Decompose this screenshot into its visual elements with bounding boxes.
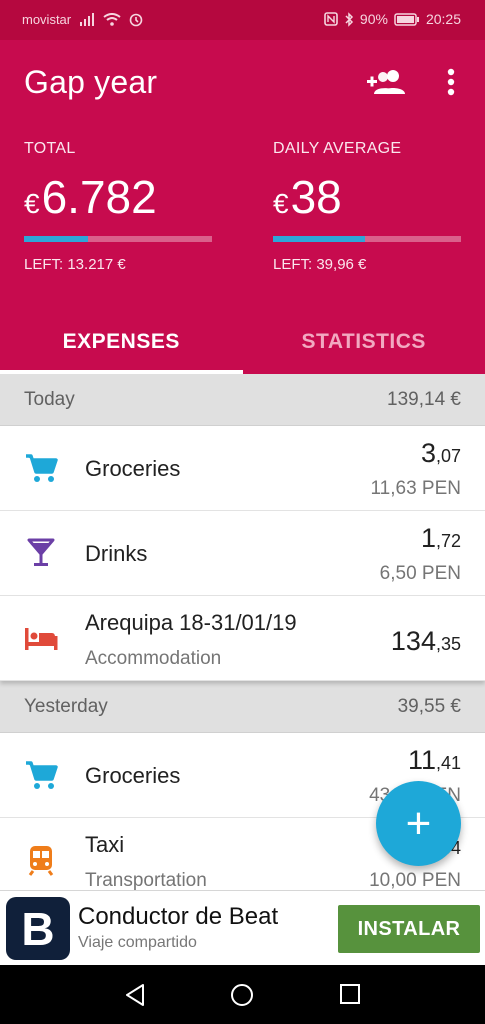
day-total: 139,14 €: [387, 388, 461, 410]
status-bar: movistar 90% 20:25: [0, 0, 485, 40]
total-amount: € 6.782: [24, 170, 214, 224]
daily-average-summary: DAILY AVERAGE € 38 LEFT: 39,96 €: [273, 140, 463, 273]
expense-original-amount: 11,63 PEN: [370, 478, 461, 499]
nfc-icon: [324, 12, 338, 26]
ad-app-logo[interactable]: B: [6, 897, 70, 960]
add-people-icon[interactable]: [366, 68, 406, 96]
expense-name: Groceries: [85, 456, 181, 481]
more-options-icon[interactable]: [440, 68, 462, 98]
total-value: 6.782: [41, 171, 157, 223]
daily-amount: € 38: [273, 170, 463, 224]
total-currency: €: [24, 188, 40, 219]
ad-banner[interactable]: B Conductor de Beat Viaje compartido INS…: [0, 890, 485, 965]
trip-title: Gap year: [24, 64, 158, 100]
recents-icon[interactable]: [339, 983, 361, 1005]
total-progress-fill: [24, 236, 88, 242]
tab-statistics[interactable]: STATISTICS: [243, 310, 485, 374]
day-label: Yesterday: [24, 695, 108, 717]
ad-subtitle: Viaje compartido: [78, 934, 197, 951]
carrier-label: movistar: [22, 12, 72, 27]
clock: 20:25: [425, 11, 461, 27]
battery-percent: 90%: [359, 11, 388, 27]
total-label: TOTAL: [24, 140, 76, 157]
day-label: Today: [24, 388, 75, 410]
expense-amount: 11,41: [407, 745, 461, 775]
day-header-today: Today 139,14 €: [0, 374, 485, 426]
total-summary: TOTAL € 6.782 LEFT: 13.217 €: [24, 140, 214, 273]
battery-icon: [394, 12, 419, 26]
daily-progress-fill: [273, 236, 366, 242]
expense-amount: 1,72: [420, 523, 461, 553]
day-total: 39,55 €: [397, 695, 461, 717]
expense-row[interactable]: Groceries 3,07 11,63 PEN: [0, 426, 485, 511]
daily-progress-bar: [273, 236, 461, 242]
expense-name: Groceries: [85, 763, 181, 788]
install-button[interactable]: INSTALAR: [338, 905, 480, 953]
ad-headline[interactable]: Conductor de Beat: [78, 903, 278, 931]
expense-category: Transportation: [85, 870, 207, 891]
daily-left: LEFT: 39,96 €: [273, 256, 367, 273]
train-icon: [28, 846, 54, 876]
status-left: movistar: [22, 12, 143, 27]
expense-amount: 3,07: [420, 438, 461, 468]
total-left: LEFT: 13.217 €: [24, 256, 126, 273]
bed-icon: [25, 628, 58, 650]
expense-category: Accommodation: [85, 648, 222, 669]
tab-bar: EXPENSES STATISTICS: [0, 310, 485, 374]
expense-name: Arequipa 18-31/01/19: [85, 610, 297, 635]
cart-icon: [26, 454, 58, 482]
expense-original-amount: 6,50 PEN: [379, 563, 461, 584]
data-saver-icon: [129, 13, 143, 26]
expense-amount: 134,35: [390, 626, 461, 656]
daily-currency: €: [273, 188, 289, 219]
back-icon[interactable]: [124, 983, 146, 1007]
expense-row[interactable]: Arequipa 18-31/01/19 Accommodation 134,3…: [0, 596, 485, 681]
cocktail-icon: [27, 538, 55, 566]
add-expense-button[interactable]: +: [376, 781, 461, 866]
signal-icon: [80, 13, 95, 26]
wifi-icon: [103, 13, 121, 26]
expense-name: Drinks: [85, 541, 148, 566]
bluetooth-icon: [345, 11, 353, 27]
day-header-yesterday: Yesterday 39,55 €: [0, 681, 485, 733]
expense-original-amount: 10,00 PEN: [369, 870, 461, 891]
daily-value: 38: [290, 171, 342, 223]
expense-row[interactable]: Drinks 1,72 6,50 PEN: [0, 511, 485, 596]
tab-expenses[interactable]: EXPENSES: [0, 310, 243, 374]
status-right: 90% 20:25: [324, 11, 461, 27]
cart-icon: [26, 761, 58, 789]
home-icon[interactable]: [230, 983, 254, 1007]
system-nav-bar: [0, 965, 485, 1024]
total-progress-bar: [24, 236, 212, 242]
app-header: Gap year TOTAL € 6.782 LEFT: 13.217 € DA…: [0, 40, 485, 374]
daily-label: DAILY AVERAGE: [273, 140, 402, 157]
expense-name: Taxi: [85, 832, 125, 857]
